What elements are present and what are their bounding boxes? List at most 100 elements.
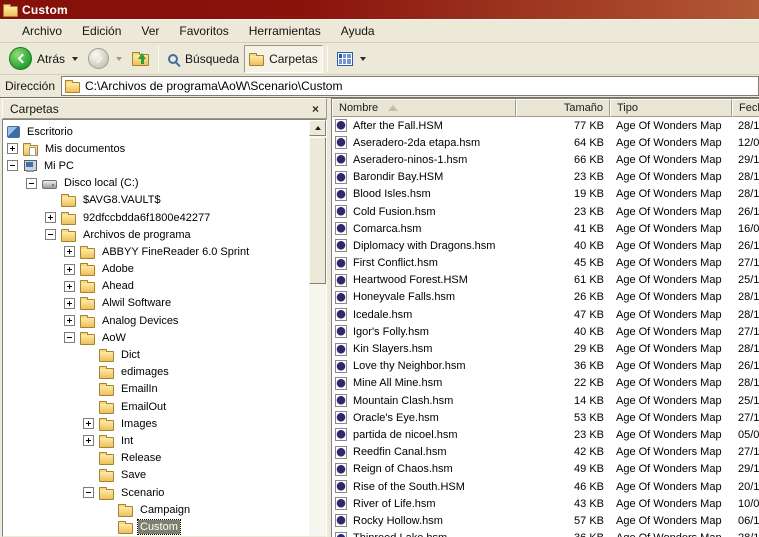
file-row[interactable]: Igor's Folly.hsm 40 KB Age Of Wonders Map 2… — [332, 323, 759, 340]
file-row[interactable]: Love thy Neighbor.hsm 36 KB Age Of Wonders… — [332, 358, 759, 375]
file-row[interactable]: Reign of Chaos.hsm 49 KB Age Of Wonders Ma… — [332, 461, 759, 478]
tree-item-label: Ahead — [102, 280, 134, 293]
menu-item-ayuda[interactable]: Ayuda — [331, 21, 385, 41]
menu-item-edici-n[interactable]: Edición — [72, 21, 131, 41]
collapse-icon[interactable] — [83, 487, 94, 499]
collapse-icon[interactable] — [45, 229, 56, 241]
file-row[interactable]: Diplomacy with Dragons.hsm 40 KB Age Of Wo… — [332, 237, 759, 254]
tree-item-archivos-de-programa[interactable]: Archivos de programa — [3, 226, 309, 243]
up-button[interactable] — [127, 45, 154, 73]
expand-icon[interactable] — [64, 315, 75, 327]
menu-item-favoritos[interactable]: Favoritos — [169, 21, 238, 41]
tree-item-mis-documentos[interactable]: Mis documentos — [3, 140, 309, 157]
expand-icon[interactable] — [64, 246, 75, 258]
scroll-up-button[interactable] — [309, 120, 326, 136]
toolbar-separator — [326, 45, 328, 72]
views-icon — [336, 51, 353, 66]
column-header-tipo[interactable]: Tipo — [610, 99, 732, 117]
file-row[interactable]: Heartwood Forest.HSM 61 KB Age Of Wonders … — [332, 272, 759, 289]
collapse-icon[interactable] — [26, 177, 37, 189]
tree-item-item[interactable] — [3, 536, 309, 537]
back-dropdown-icon[interactable] — [72, 56, 79, 61]
folders-button[interactable]: Carpetas — [244, 44, 323, 73]
collapse-icon[interactable] — [64, 332, 75, 344]
file-row[interactable]: After the Fall.HSM 77 KB Age Of Wonders Ma… — [332, 117, 759, 134]
address-input[interactable]: C:\Archivos de programa\AoW\Scenario\Cus… — [61, 76, 759, 96]
tree-item-campaign[interactable]: Campaign — [3, 501, 309, 518]
tree-item-aow[interactable]: AoW — [3, 329, 309, 346]
tree-item-int[interactable]: Int — [3, 432, 309, 449]
search-button[interactable]: Búsqueda — [163, 45, 244, 73]
file-row[interactable]: Thinreed Lake.hsm 36 KBAge Of Wonders Map… — [332, 530, 759, 537]
expand-icon[interactable] — [45, 212, 56, 224]
tree-item-dict[interactable]: Dict — [3, 346, 309, 363]
map-file-icon — [335, 394, 347, 408]
tree-item-images[interactable]: Images — [3, 415, 309, 432]
back-button[interactable]: Atrás — [4, 45, 83, 73]
file-size: 29 KB — [574, 343, 604, 356]
collapse-icon[interactable] — [7, 160, 18, 172]
tree-item-release[interactable]: Release — [3, 450, 309, 467]
file-row[interactable]: Cold Fusion.hsm 23 KB Age Of Wonders Map 26… — [332, 203, 759, 220]
tree-item-adobe[interactable]: Adobe — [3, 261, 309, 278]
file-date: 29/1 — [738, 463, 759, 476]
file-row[interactable]: Blood Isles.hsm 19 KB Age Of Wonders Map 28… — [332, 186, 759, 203]
menu-item-archivo[interactable]: Archivo — [12, 21, 72, 41]
scroll-thumb[interactable] — [309, 137, 326, 284]
file-row[interactable]: Icedale.hsm 47 KB Age Of Wonders Map 28/1 — [332, 306, 759, 323]
tree-item-mi-pc[interactable]: Mi PC — [3, 157, 309, 174]
tree-item-abbyy-finereader-6-0-sprint[interactable]: ABBYY FineReader 6.0 Sprint — [3, 243, 309, 260]
close-icon[interactable]: × — [312, 103, 319, 115]
file-row[interactable]: partida de nicoel.hsm 23 KB Age Of Wonders… — [332, 426, 759, 443]
file-row[interactable]: Oracle's Eye.hsm 53 KB Age Of Wonders Map 2… — [332, 409, 759, 426]
column-header-tama-o[interactable]: Tamaño — [516, 99, 610, 117]
tree-item-alwil-software[interactable]: Alwil Software — [3, 295, 309, 312]
tree-item-emailout[interactable]: EmailOut — [3, 398, 309, 415]
tree-item-analog-devices[interactable]: Analog Devices — [3, 312, 309, 329]
tree-item-scenario[interactable]: Scenario — [3, 484, 309, 501]
file-row[interactable]: Mountain Clash.hsm 14 KB Age Of Wonders Ma… — [332, 392, 759, 409]
tree-item-disco-local-c[interactable]: Disco local (C:) — [3, 175, 309, 192]
tree-item-save[interactable]: Save — [3, 467, 309, 484]
expand-icon[interactable] — [64, 280, 75, 292]
file-row[interactable]: Mine All Mine.hsm 22 KB Age Of Wonders Map… — [332, 375, 759, 392]
tree-item-ahead[interactable]: Ahead — [3, 278, 309, 295]
file-size: 19 KB — [574, 188, 604, 201]
views-dropdown-icon[interactable] — [359, 56, 366, 61]
column-header-nombre[interactable]: Nombre — [332, 99, 516, 117]
file-row[interactable]: Aseradero-ninos-1.hsm 66 KB Age Of Wonders… — [332, 151, 759, 168]
tree-item-avg8-vault[interactable]: $AVG8.VAULT$ — [3, 192, 309, 209]
tree-scrollbar[interactable] — [309, 120, 326, 536]
expand-icon[interactable] — [64, 263, 75, 275]
expand-icon[interactable] — [7, 143, 18, 155]
back-label: Atrás — [37, 51, 66, 66]
file-row[interactable]: Kin Slayers.hsm 29 KB Age Of Wonders Map 28… — [332, 340, 759, 357]
forward-dropdown-icon[interactable] — [116, 56, 123, 61]
tree-item-label: Mi PC — [44, 159, 74, 172]
tree-item-escritorio[interactable]: Escritorio — [3, 123, 309, 140]
file-row[interactable]: Honeyvale Falls.hsm 26 KB Age Of Wonders M… — [332, 289, 759, 306]
file-row[interactable]: Reedfin Canal.hsm 42 KB Age Of Wonders Map… — [332, 444, 759, 461]
file-row[interactable]: Rise of the South.HSM 46 KB Age Of Wonders… — [332, 478, 759, 495]
folder-icon — [80, 314, 95, 328]
file-row[interactable]: Aseradero-2da etapa.hsm 64 KB Age Of Wonde… — [332, 134, 759, 151]
expand-icon[interactable] — [83, 435, 94, 447]
tree-item-emailin[interactable]: EmailIn — [3, 381, 309, 398]
file-row[interactable]: First Conflict.hsm 45 KB Age Of Wonders Ma… — [332, 255, 759, 272]
file-row[interactable]: Barondir Bay.HSM 23 KB Age Of Wonders Map 2… — [332, 169, 759, 186]
expand-icon[interactable] — [64, 297, 75, 309]
file-row[interactable]: Rocky Hollow.hsm 57 KB Age Of Wonders Map 0… — [332, 512, 759, 529]
file-row[interactable]: Comarca.hsm 41 KB Age Of Wonders Map 16/0 — [332, 220, 759, 237]
map-file-icon — [335, 428, 347, 442]
tree-item-edimages[interactable]: edimages — [3, 364, 309, 381]
file-date: 29/1 — [738, 153, 759, 166]
menu-item-herramientas[interactable]: Herramientas — [239, 21, 331, 41]
tree-item-custom[interactable]: Custom — [3, 518, 309, 535]
forward-button[interactable] — [83, 45, 127, 73]
menu-item-ver[interactable]: Ver — [131, 21, 169, 41]
column-header-fech[interactable]: Fech — [732, 99, 759, 117]
file-row[interactable]: River of Life.hsm 43 KB Age Of Wonders Map… — [332, 495, 759, 512]
expand-icon[interactable] — [83, 418, 94, 430]
tree-item-92dfccbdda6f1800e42277[interactable]: 92dfccbdda6f1800e42277 — [3, 209, 309, 226]
views-button[interactable] — [332, 45, 371, 73]
